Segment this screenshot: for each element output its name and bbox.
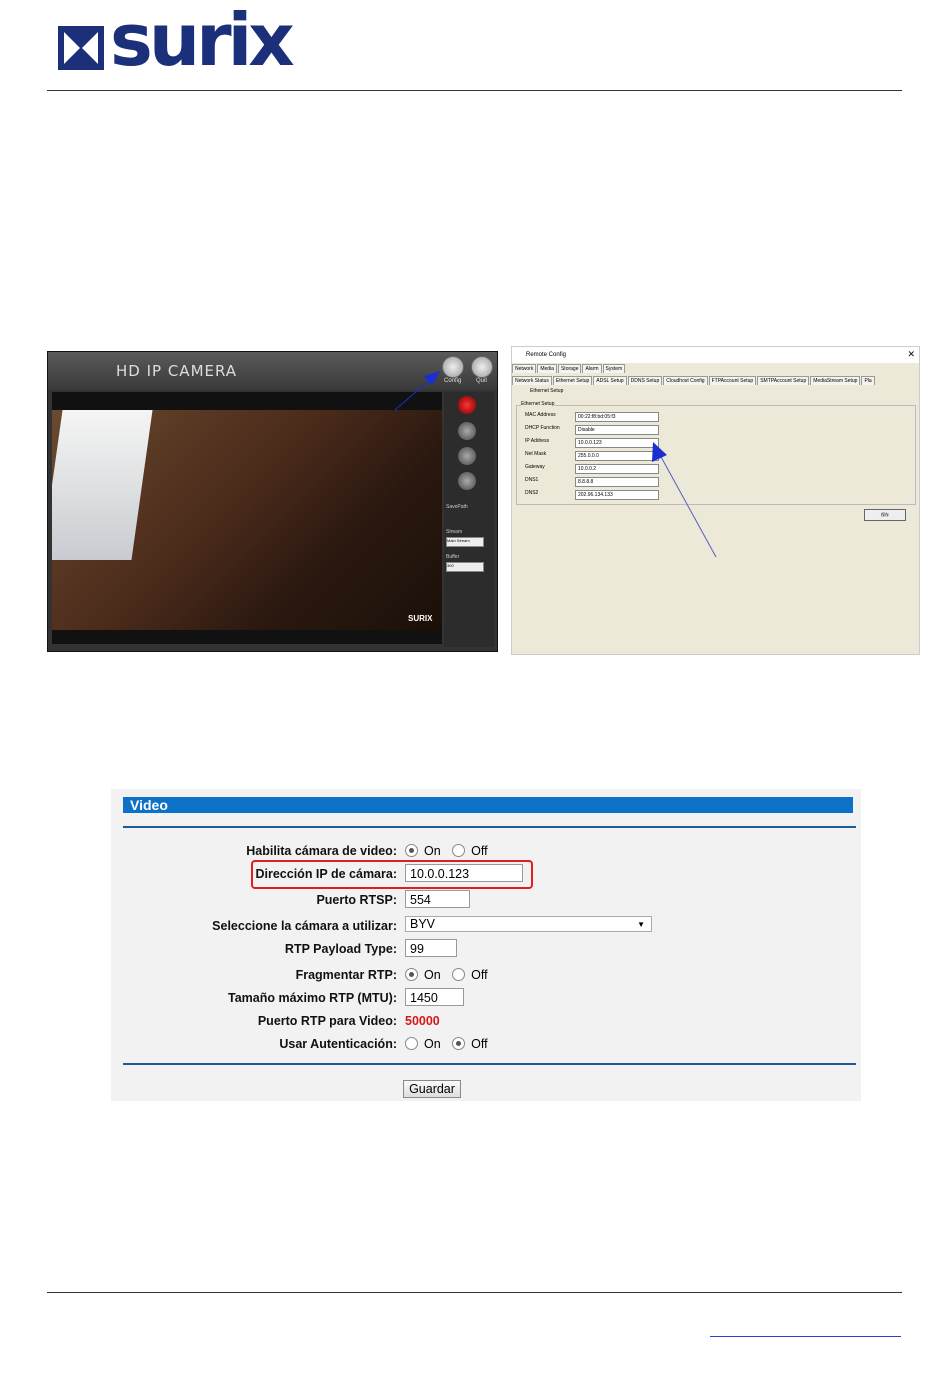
enable-on-label: On (424, 843, 441, 858)
video-section-header: Video (123, 797, 853, 813)
auth-off-radio[interactable] (452, 1037, 466, 1051)
auth-off-label: Off (471, 1036, 488, 1051)
fragment-rtp-label: Fragmentar RTP: (295, 968, 397, 982)
video-config-panel: Video Habilita cámara de video: On Off D… (111, 789, 861, 1101)
row-fragment-rtp: Fragmentar RTP: On Off (111, 965, 861, 987)
row-rtp-port: Puerto RTP para Video: 50000 (111, 1011, 861, 1033)
fragment-on-label: On (424, 967, 441, 982)
row-payload-type: RTP Payload Type: 99 (111, 939, 861, 961)
auth-on-label: On (424, 1036, 441, 1051)
authentication-label: Usar Autenticación: (279, 1037, 397, 1051)
rtsp-port-input[interactable]: 554 (405, 890, 470, 908)
camera-select-value: BYV (410, 917, 436, 931)
enable-off-label: Off (471, 843, 488, 858)
mtu-input[interactable]: 1450 (405, 988, 464, 1006)
arrow-config-head (424, 371, 440, 386)
row-authentication: Usar Autenticación: On Off (111, 1034, 861, 1056)
fragment-on-radio[interactable] (405, 968, 418, 982)
enable-off-radio[interactable] (452, 844, 466, 858)
rtp-port-label: Puerto RTP para Video: (257, 1014, 397, 1028)
footer-divider (47, 1292, 902, 1293)
save-button[interactable]: Guardar (403, 1080, 461, 1098)
payload-type-input[interactable]: 99 (405, 939, 457, 957)
mtu-label: Tamaño máximo RTP (MTU): (228, 991, 397, 1005)
section-rule-top (123, 826, 856, 828)
enable-camera-label: Habilita cámara de video: (246, 844, 397, 858)
enable-on-radio[interactable] (405, 844, 418, 858)
ip-highlight-box (251, 860, 533, 889)
camera-select-label: Seleccione la cámara a utilizar: (212, 919, 397, 933)
arrow-ip-line (659, 454, 717, 558)
fragment-off-label: Off (471, 967, 488, 982)
section-rule-bottom (123, 1063, 856, 1065)
chevron-down-icon: ▼ (637, 920, 645, 929)
payload-type-label: RTP Payload Type: (284, 942, 397, 956)
row-rtsp-port: Puerto RTSP: 554 (111, 890, 861, 912)
rtp-port-value: 50000 (405, 1014, 440, 1028)
camera-select[interactable]: BYV ▼ (405, 916, 652, 932)
rtsp-port-label: Puerto RTSP: (316, 893, 397, 907)
footer-link-underline[interactable] (710, 1336, 901, 1337)
annotation-arrows (394, 371, 717, 558)
fragment-off-radio[interactable] (452, 968, 466, 982)
arrow-config-line (394, 377, 433, 411)
auth-on-radio[interactable] (405, 1037, 418, 1051)
row-mtu: Tamaño máximo RTP (MTU): 1450 (111, 988, 861, 1010)
row-camera-select: Seleccione la cámara a utilizar: BYV ▼ (111, 916, 861, 938)
arrow-ip-head (652, 442, 667, 462)
